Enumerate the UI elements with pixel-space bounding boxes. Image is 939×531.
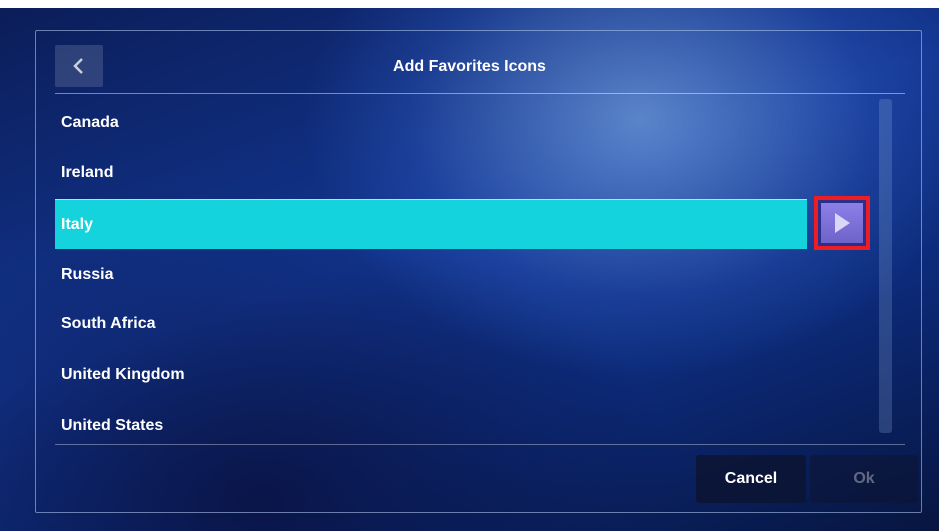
list-item-italy[interactable]: Italy [55,199,807,249]
detail-arrow-button[interactable] [814,196,870,250]
ok-button[interactable]: Ok [810,455,918,503]
arrow-button-face [821,203,863,243]
list-item-label: Ireland [61,164,114,181]
list-item-south-africa[interactable]: South Africa [55,300,807,348]
list-item-united-kingdom[interactable]: United Kingdom [55,351,807,399]
top-frame-bar [0,0,939,8]
list-item-russia[interactable]: Russia [55,251,807,299]
dialog-title: Add Favorites Icons [393,58,546,75]
list-item-label: South Africa [61,315,156,332]
footer-divider [55,444,905,445]
list-item-canada[interactable]: Canada [55,99,807,147]
play-arrow-icon [835,213,850,233]
title-divider [55,93,905,94]
list-item-label: Canada [61,114,119,131]
list-item-label: United Kingdom [61,366,185,383]
list-item-label: Russia [61,266,114,283]
list-item-united-states[interactable]: United States [55,402,807,450]
list-item-ireland[interactable]: Ireland [55,149,807,197]
scrollbar[interactable] [879,99,892,433]
cancel-button[interactable]: Cancel [696,455,806,503]
list-item-label: United States [61,417,164,434]
list-item-label: Italy [61,215,94,233]
